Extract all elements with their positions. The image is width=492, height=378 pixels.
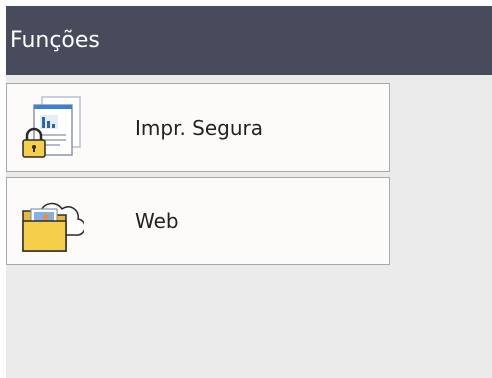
web-folder-icon: [20, 189, 86, 255]
secure-print-label: Impr. Segura: [135, 115, 264, 140]
secure-print-button[interactable]: Impr. Segura: [6, 83, 390, 172]
header-bar: Funções: [6, 6, 492, 75]
page-title: Funções: [10, 28, 100, 53]
lcd-screen: Funções Impr. Segura Web: [6, 6, 492, 378]
web-label: Web: [135, 209, 179, 233]
function-list: Impr. Segura Web: [6, 83, 390, 265]
secure-print-icon: [20, 95, 84, 161]
web-button[interactable]: Web: [6, 177, 390, 265]
